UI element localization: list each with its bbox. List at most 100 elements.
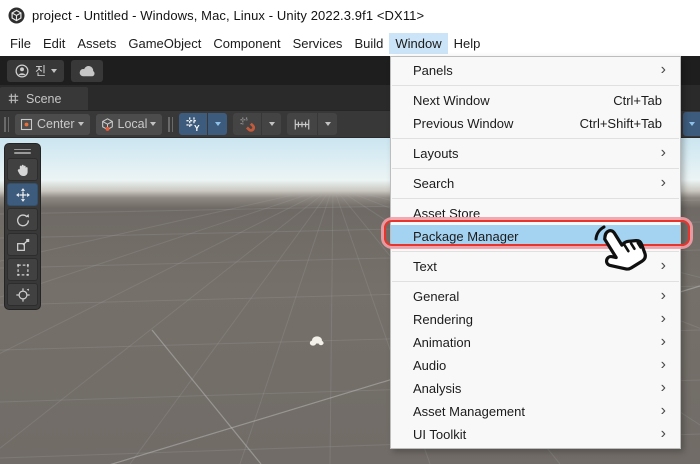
menu-item-analysis[interactable]: Analysis › xyxy=(391,377,680,400)
menu-separator xyxy=(392,198,679,199)
menu-item-ui-toolkit[interactable]: UI Toolkit › xyxy=(391,423,680,446)
cloud-services-button[interactable] xyxy=(71,60,103,82)
menu-separator xyxy=(392,85,679,86)
right-edge-blue-button[interactable] xyxy=(683,112,700,136)
menu-item-label: Analysis xyxy=(413,381,654,396)
rect-tool-icon xyxy=(15,262,31,278)
menu-item-layouts[interactable]: Layouts › xyxy=(391,142,680,165)
menu-item-label: UI Toolkit xyxy=(413,427,654,442)
unity-logo-icon xyxy=(8,7,25,24)
caret-down-icon xyxy=(325,122,331,126)
tab-scene-label: Scene xyxy=(26,92,61,106)
grid-tab-icon xyxy=(7,92,20,105)
toolbar-drag-handle[interactable] xyxy=(4,117,9,132)
menu-item-label: Audio xyxy=(413,358,654,373)
grid-y-icon: Y xyxy=(185,116,202,133)
submenu-chevron-icon: › xyxy=(654,334,666,350)
orientation-caret-icon xyxy=(150,122,156,126)
submenu-chevron-icon: › xyxy=(654,62,666,78)
scale-tool-button[interactable] xyxy=(7,233,38,256)
rotate-tool-icon xyxy=(15,212,31,228)
menu-item-next-window[interactable]: Next Window Ctrl+Tab xyxy=(391,89,680,112)
transform-tool-icon xyxy=(15,287,31,303)
pivot-caret-icon xyxy=(78,122,84,126)
move-tool-button[interactable] xyxy=(7,183,38,206)
submenu-chevron-icon: › xyxy=(654,175,666,191)
submenu-chevron-icon: › xyxy=(654,145,666,161)
increment-ruler-icon xyxy=(293,117,311,132)
menubar-item-file[interactable]: File xyxy=(4,33,37,54)
account-button[interactable]: 진 xyxy=(7,60,64,82)
menu-item-label: Asset Management xyxy=(413,404,654,419)
menu-item-shortcut: Ctrl+Tab xyxy=(613,93,662,108)
snap-increment-button[interactable] xyxy=(287,113,317,135)
svg-text:Y: Y xyxy=(194,123,200,133)
menu-separator xyxy=(392,251,679,252)
tool-palette xyxy=(4,143,41,310)
grid-visibility-button[interactable]: Y xyxy=(179,113,207,135)
account-person-icon xyxy=(14,63,30,79)
scene-gizmo-blob xyxy=(310,336,324,345)
local-cube-icon xyxy=(100,117,115,132)
menu-item-label: Previous Window xyxy=(413,116,580,131)
pivot-center-icon xyxy=(19,117,34,132)
menubar-item-services[interactable]: Services xyxy=(287,33,349,54)
grid-snapping-group xyxy=(233,113,281,135)
submenu-chevron-icon: › xyxy=(654,403,666,419)
pivot-mode-label: Center xyxy=(37,117,75,131)
menu-item-label: Search xyxy=(413,176,654,191)
submenu-chevron-icon: › xyxy=(654,426,666,442)
tab-scene[interactable]: Scene xyxy=(0,87,88,110)
submenu-chevron-icon: › xyxy=(654,311,666,327)
account-name: 진 xyxy=(35,62,46,79)
menu-item-label: Next Window xyxy=(413,93,613,108)
menu-item-label: Animation xyxy=(413,335,654,350)
menubar-item-component[interactable]: Component xyxy=(207,33,286,54)
menu-item-text[interactable]: Text › xyxy=(391,255,680,278)
menu-item-previous-window[interactable]: Previous Window Ctrl+Shift+Tab xyxy=(391,112,680,135)
menu-item-package-manager[interactable]: Package Manager xyxy=(391,225,680,248)
grid-snapping-caret[interactable] xyxy=(262,113,281,135)
snap-magnet-icon xyxy=(239,116,256,133)
menu-item-audio[interactable]: Audio › xyxy=(391,354,680,377)
menubar-item-assets[interactable]: Assets xyxy=(71,33,122,54)
menu-item-rendering[interactable]: Rendering › xyxy=(391,308,680,331)
toolbar-section-divider xyxy=(168,117,173,132)
window-title: project - Untitled - Windows, Mac, Linux… xyxy=(32,8,424,23)
move-tool-icon xyxy=(15,187,31,203)
title-bar: project - Untitled - Windows, Mac, Linux… xyxy=(0,0,700,30)
unity-editor-window: project - Untitled - Windows, Mac, Linux… xyxy=(0,0,700,464)
menu-item-animation[interactable]: Animation › xyxy=(391,331,680,354)
menubar-item-window[interactable]: Window xyxy=(389,33,447,54)
submenu-chevron-icon: › xyxy=(654,258,666,274)
menu-item-asset-management[interactable]: Asset Management › xyxy=(391,400,680,423)
orientation-mode-button[interactable]: Local xyxy=(96,114,163,135)
grid-visibility-caret[interactable] xyxy=(208,113,227,135)
menu-item-label: Panels xyxy=(413,63,654,78)
submenu-chevron-icon: › xyxy=(654,288,666,304)
snap-increment-caret[interactable] xyxy=(318,113,337,135)
menubar-item-help[interactable]: Help xyxy=(448,33,487,54)
menubar-item-edit[interactable]: Edit xyxy=(37,33,71,54)
menubar-item-gameobject[interactable]: GameObject xyxy=(122,33,207,54)
scale-tool-icon xyxy=(15,237,31,253)
menu-item-asset-store[interactable]: Asset Store xyxy=(391,202,680,225)
palette-drag-handle[interactable] xyxy=(7,146,38,156)
menu-item-shortcut: Ctrl+Shift+Tab xyxy=(580,116,662,131)
hand-tool-icon xyxy=(15,162,31,178)
menu-separator xyxy=(392,281,679,282)
snap-increment-group xyxy=(287,113,337,135)
menu-separator xyxy=(392,168,679,169)
menu-item-panels[interactable]: Panels › xyxy=(391,59,680,82)
menu-item-search[interactable]: Search › xyxy=(391,172,680,195)
view-hand-tool-button[interactable] xyxy=(7,158,38,181)
rotate-tool-button[interactable] xyxy=(7,208,38,231)
menubar-item-build[interactable]: Build xyxy=(348,33,389,54)
transform-tool-button[interactable] xyxy=(7,283,38,306)
grid-snapping-button[interactable] xyxy=(233,113,261,135)
rect-tool-button[interactable] xyxy=(7,258,38,281)
menu-item-general[interactable]: General › xyxy=(391,285,680,308)
account-caret-icon xyxy=(51,69,57,73)
menu-bar: File Edit Assets GameObject Component Se… xyxy=(0,30,700,56)
pivot-mode-button[interactable]: Center xyxy=(15,114,90,135)
